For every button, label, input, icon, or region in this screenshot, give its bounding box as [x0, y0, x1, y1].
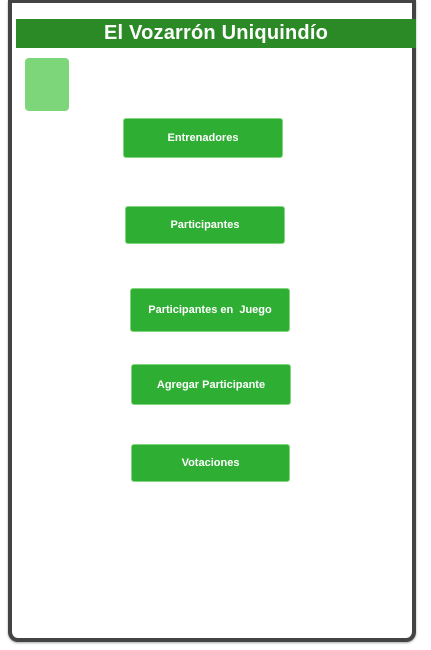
participantes-en-juego-label: Participantes en Juego — [148, 304, 272, 316]
app-header: El Vozarrón Uniquindío — [16, 19, 416, 48]
participantes-button[interactable]: Participantes — [125, 206, 285, 244]
votaciones-label: Votaciones — [181, 457, 240, 469]
logo-placeholder — [25, 58, 69, 111]
entrenadores-label: Entrenadores — [167, 132, 239, 144]
votaciones-button[interactable]: Votaciones — [131, 444, 290, 482]
agregar-participante-button[interactable]: Agregar Participante — [131, 364, 291, 405]
participantes-en-juego-button[interactable]: Participantes en Juego — [130, 288, 290, 332]
app-title: El Vozarrón Uniquindío — [103, 22, 329, 44]
agregar-participante-label: Agregar Participante — [156, 378, 266, 391]
entrenadores-button[interactable]: Entrenadores — [123, 118, 283, 158]
participantes-label: Participantes — [170, 219, 240, 231]
